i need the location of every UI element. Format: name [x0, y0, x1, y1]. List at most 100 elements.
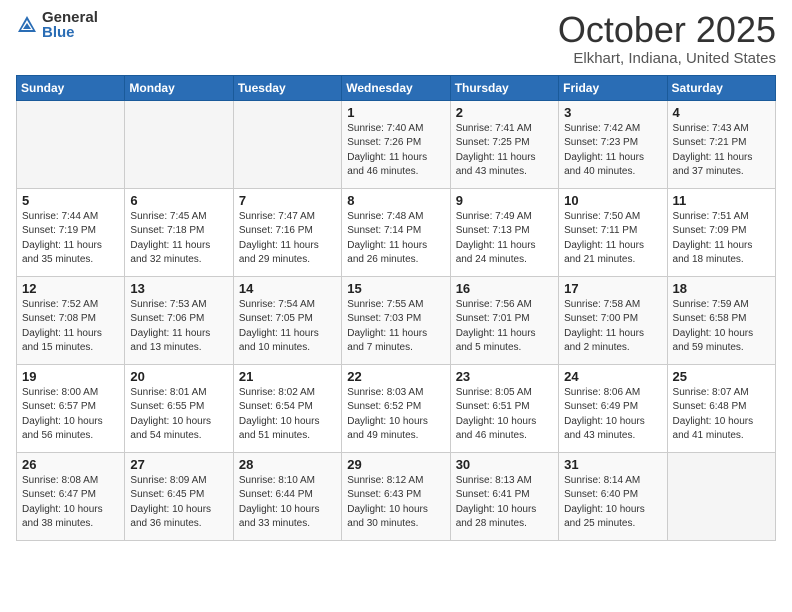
day-number: 27 — [130, 457, 227, 472]
day-number: 19 — [22, 369, 119, 384]
calendar-cell: 7 Sunrise: 7:47 AMSunset: 7:16 PMDaylight… — [233, 188, 341, 276]
day-info: Sunrise: 8:10 AMSunset: 6:44 PMDaylight:… — [239, 474, 336, 532]
header: General Blue October 2025 Elkhart, India… — [16, 10, 776, 67]
day-number: 10 — [564, 193, 661, 208]
day-info: Sunrise: 7:49 AMSunset: 7:13 PMDaylight:… — [456, 210, 553, 268]
day-number: 12 — [22, 281, 119, 296]
day-info: Sunrise: 7:43 AMSunset: 7:21 PMDaylight:… — [673, 122, 770, 180]
calendar-cell: 12 Sunrise: 7:52 AMSunset: 7:08 PMDayligh… — [17, 276, 125, 364]
day-info: Sunrise: 8:14 AMSunset: 6:40 PMDaylight:… — [564, 474, 661, 532]
calendar-cell: 2 Sunrise: 7:41 AMSunset: 7:25 PMDaylight… — [450, 100, 558, 188]
day-info: Sunrise: 7:54 AMSunset: 7:05 PMDaylight:… — [239, 298, 336, 356]
calendar-cell: 26 Sunrise: 8:08 AMSunset: 6:47 PMDayligh… — [17, 452, 125, 540]
day-number: 3 — [564, 105, 661, 120]
day-number: 1 — [347, 105, 444, 120]
weekday-header-tuesday: Tuesday — [233, 75, 341, 100]
day-info: Sunrise: 7:59 AMSunset: 6:58 PMDaylight:… — [673, 298, 770, 356]
calendar-cell: 3Sunrise: 7:42 AMSunset: 7:23 PMDaylight… — [559, 100, 667, 188]
day-info: Sunrise: 7:44 AMSunset: 7:19 PMDaylight:… — [22, 210, 119, 268]
day-info: Sunrise: 8:06 AMSunset: 6:49 PMDaylight:… — [564, 386, 661, 444]
day-info: Sunrise: 8:09 AMSunset: 6:45 PMDaylight:… — [130, 474, 227, 532]
day-number: 6 — [130, 193, 227, 208]
calendar-cell: 10 Sunrise: 7:50 AMSunset: 7:11 PMDayligh… — [559, 188, 667, 276]
day-number: 18 — [673, 281, 770, 296]
day-info: Sunrise: 7:47 AMSunset: 7:16 PMDaylight:… — [239, 210, 336, 268]
day-number: 8 — [347, 193, 444, 208]
day-info: Sunrise: 8:02 AMSunset: 6:54 PMDaylight:… — [239, 386, 336, 444]
day-info: Sunrise: 7:53 AMSunset: 7:06 PMDaylight:… — [130, 298, 227, 356]
logo-text: General Blue — [42, 10, 98, 40]
calendar-cell: 1 Sunrise: 7:40 AMSunset: 7:26 PMDaylight… — [342, 100, 450, 188]
day-number: 30 — [456, 457, 553, 472]
calendar-week-row: 19Sunrise: 8:00 AMSunset: 6:57 PMDayligh… — [17, 364, 776, 452]
location-title: Elkhart, Indiana, United States — [558, 50, 776, 67]
calendar-cell: 22 Sunrise: 8:03 AMSunset: 6:52 PMDayligh… — [342, 364, 450, 452]
day-info: Sunrise: 8:12 AMSunset: 6:43 PMDaylight:… — [347, 474, 444, 532]
day-number: 28 — [239, 457, 336, 472]
day-number: 20 — [130, 369, 227, 384]
day-number: 14 — [239, 281, 336, 296]
calendar-cell: 6 Sunrise: 7:45 AMSunset: 7:18 PMDaylight… — [125, 188, 233, 276]
day-number: 29 — [347, 457, 444, 472]
day-info: Sunrise: 7:40 AMSunset: 7:26 PMDaylight:… — [347, 122, 444, 180]
calendar-week-row: 5 Sunrise: 7:44 AMSunset: 7:19 PMDaylight… — [17, 188, 776, 276]
day-number: 13 — [130, 281, 227, 296]
day-info: Sunrise: 8:07 AMSunset: 6:48 PMDaylight:… — [673, 386, 770, 444]
day-info: Sunrise: 8:08 AMSunset: 6:47 PMDaylight:… — [22, 474, 119, 532]
day-number: 22 — [347, 369, 444, 384]
day-info: Sunrise: 8:03 AMSunset: 6:52 PMDaylight:… — [347, 386, 444, 444]
day-number: 2 — [456, 105, 553, 120]
day-info: Sunrise: 8:01 AMSunset: 6:55 PMDaylight:… — [130, 386, 227, 444]
calendar-cell: 18 Sunrise: 7:59 AMSunset: 6:58 PMDayligh… — [667, 276, 775, 364]
calendar-week-row: 12 Sunrise: 7:52 AMSunset: 7:08 PMDayligh… — [17, 276, 776, 364]
day-info: Sunrise: 7:50 AMSunset: 7:11 PMDaylight:… — [564, 210, 661, 268]
day-number: 5 — [22, 193, 119, 208]
calendar-cell: 23Sunrise: 8:05 AMSunset: 6:51 PMDayligh… — [450, 364, 558, 452]
weekday-header-wednesday: Wednesday — [342, 75, 450, 100]
day-info: Sunrise: 7:41 AMSunset: 7:25 PMDaylight:… — [456, 122, 553, 180]
calendar-cell: 11Sunrise: 7:51 AMSunset: 7:09 PMDayligh… — [667, 188, 775, 276]
calendar-cell — [125, 100, 233, 188]
calendar-cell: 27 Sunrise: 8:09 AMSunset: 6:45 PMDayligh… — [125, 452, 233, 540]
calendar-cell: 17Sunrise: 7:58 AMSunset: 7:00 PMDayligh… — [559, 276, 667, 364]
day-number: 7 — [239, 193, 336, 208]
day-number: 4 — [673, 105, 770, 120]
weekday-header-row: SundayMondayTuesdayWednesdayThursdayFrid… — [17, 75, 776, 100]
day-number: 9 — [456, 193, 553, 208]
logo-icon — [16, 14, 38, 36]
weekday-header-saturday: Saturday — [667, 75, 775, 100]
day-number: 21 — [239, 369, 336, 384]
day-info: Sunrise: 7:55 AMSunset: 7:03 PMDaylight:… — [347, 298, 444, 356]
calendar-cell: 9 Sunrise: 7:49 AMSunset: 7:13 PMDaylight… — [450, 188, 558, 276]
calendar-cell: 25Sunrise: 8:07 AMSunset: 6:48 PMDayligh… — [667, 364, 775, 452]
calendar-cell: 20 Sunrise: 8:01 AMSunset: 6:55 PMDayligh… — [125, 364, 233, 452]
calendar-cell: 14 Sunrise: 7:54 AMSunset: 7:05 PMDayligh… — [233, 276, 341, 364]
calendar-cell: 24 Sunrise: 8:06 AMSunset: 6:49 PMDayligh… — [559, 364, 667, 452]
page: General Blue October 2025 Elkhart, India… — [0, 0, 792, 612]
calendar-cell: 8 Sunrise: 7:48 AMSunset: 7:14 PMDaylight… — [342, 188, 450, 276]
calendar-table: SundayMondayTuesdayWednesdayThursdayFrid… — [16, 75, 776, 541]
weekday-header-friday: Friday — [559, 75, 667, 100]
day-info: Sunrise: 7:58 AMSunset: 7:00 PMDaylight:… — [564, 298, 661, 356]
day-number: 11 — [673, 193, 770, 208]
weekday-header-monday: Monday — [125, 75, 233, 100]
day-info: Sunrise: 7:48 AMSunset: 7:14 PMDaylight:… — [347, 210, 444, 268]
day-info: Sunrise: 7:52 AMSunset: 7:08 PMDaylight:… — [22, 298, 119, 356]
calendar-cell: 21 Sunrise: 8:02 AMSunset: 6:54 PMDayligh… — [233, 364, 341, 452]
calendar-cell — [17, 100, 125, 188]
day-info: Sunrise: 7:45 AMSunset: 7:18 PMDaylight:… — [130, 210, 227, 268]
title-block: October 2025 Elkhart, Indiana, United St… — [558, 10, 776, 67]
calendar-cell — [667, 452, 775, 540]
day-number: 26 — [22, 457, 119, 472]
day-number: 24 — [564, 369, 661, 384]
day-info: Sunrise: 7:56 AMSunset: 7:01 PMDaylight:… — [456, 298, 553, 356]
calendar-cell: 15Sunrise: 7:55 AMSunset: 7:03 PMDayligh… — [342, 276, 450, 364]
calendar-cell: 31Sunrise: 8:14 AMSunset: 6:40 PMDayligh… — [559, 452, 667, 540]
calendar-cell: 13 Sunrise: 7:53 AMSunset: 7:06 PMDayligh… — [125, 276, 233, 364]
calendar-cell — [233, 100, 341, 188]
day-info: Sunrise: 8:13 AMSunset: 6:41 PMDaylight:… — [456, 474, 553, 532]
calendar-cell: 28 Sunrise: 8:10 AMSunset: 6:44 PMDayligh… — [233, 452, 341, 540]
calendar-cell: 16Sunrise: 7:56 AMSunset: 7:01 PMDayligh… — [450, 276, 558, 364]
logo: General Blue — [16, 10, 98, 40]
logo-general-text: General — [42, 10, 98, 25]
